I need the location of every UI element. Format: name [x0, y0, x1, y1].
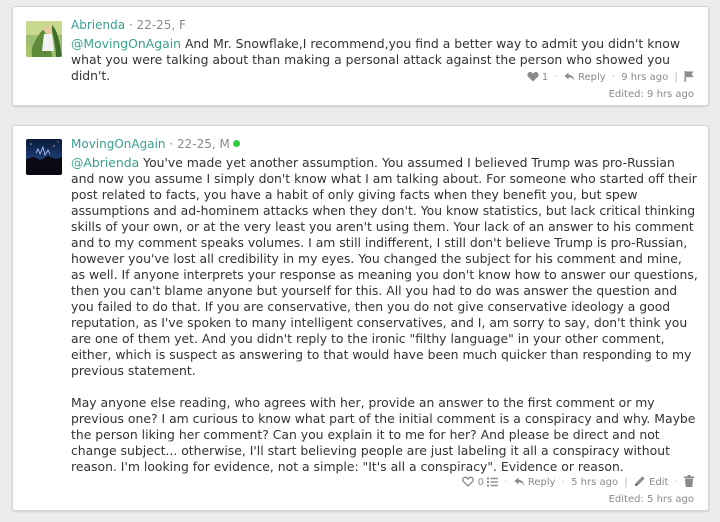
avatar[interactable] [26, 21, 62, 57]
avatar[interactable] [26, 139, 62, 175]
like-count: 0 [477, 477, 484, 488]
flag-icon[interactable] [684, 71, 694, 87]
edited-label: Edited: 5 hrs ago [608, 494, 694, 505]
mention-link[interactable]: @MovingOnAgain [71, 36, 181, 51]
comment-paragraph: May anyone else reading, who agrees with… [71, 395, 696, 474]
comment-header: Abrienda · 22-25, F [71, 17, 699, 33]
comment-body: @Abrienda You've made yet another assump… [71, 155, 699, 475]
comment-footer: 1 · Reply · 9 hrs ago | Edited: 9 hrs ag… [527, 71, 694, 102]
heart-outline-icon[interactable] [462, 476, 475, 492]
comment-header: MovingOnAgain · 22-25, M [71, 136, 699, 152]
heart-icon[interactable] [527, 71, 539, 87]
comment-text: You've made yet another assumption. You … [71, 155, 698, 378]
timestamp: 5 hrs ago [571, 477, 619, 488]
username-link[interactable]: Abrienda [71, 18, 125, 32]
like-count: 1 [541, 72, 549, 83]
age-gender: · 22-25, M [165, 137, 230, 151]
reply-button[interactable]: Reply [578, 72, 606, 83]
reply-icon [564, 72, 575, 87]
timestamp: 9 hrs ago [621, 72, 669, 83]
edited-label: Edited: 9 hrs ago [608, 89, 694, 100]
username-link[interactable]: MovingOnAgain [71, 137, 166, 151]
comment-card: Abrienda · 22-25, F @MovingOnAgain And M… [12, 6, 709, 106]
trash-icon[interactable] [684, 475, 694, 492]
reply-button[interactable]: Reply [528, 477, 556, 488]
pencil-icon [634, 475, 646, 492]
online-status-icon [232, 140, 240, 147]
comment-footer: 0 · Reply · 5 hrs ago | Edit · Edited: 5… [462, 475, 694, 507]
mention-link[interactable]: @Abrienda [71, 155, 139, 170]
comment-paragraph: @Abrienda You've made yet another assump… [71, 155, 699, 379]
age-gender: · 22-25, F [125, 18, 186, 32]
comment-card: MovingOnAgain · 22-25, M @Abrienda You'v… [12, 125, 709, 511]
edit-button[interactable]: Edit [649, 477, 668, 488]
list-icon[interactable] [487, 477, 499, 492]
reply-icon [514, 477, 525, 492]
